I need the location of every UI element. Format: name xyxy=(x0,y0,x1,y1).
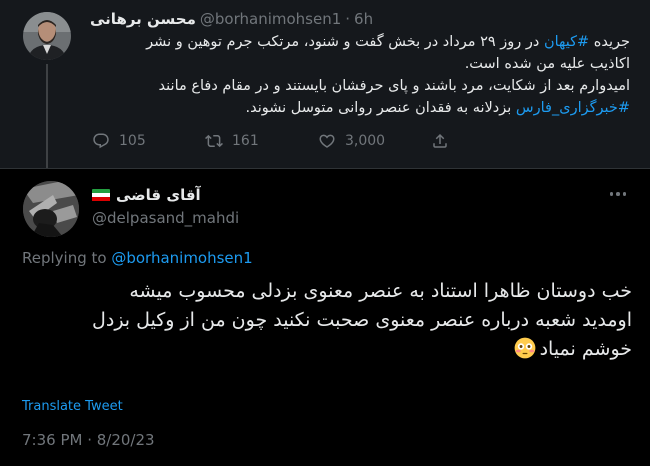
reply-tweet-text: خب دوستان ظاهرا استناد به عنصر معنوی بزد… xyxy=(32,277,632,364)
reply-count: 105 xyxy=(119,133,146,149)
reply-icon xyxy=(93,133,109,149)
parent-handle[interactable]: @borhanimohsen1 xyxy=(200,10,341,28)
share-icon xyxy=(433,133,447,148)
hashtag-link[interactable]: #خبرگزاری_فارس xyxy=(516,100,630,116)
parent-text-line: جریده #کیهان در روز ۲۹ مرداد در بخش گفت … xyxy=(88,31,630,53)
parent-avatar[interactable] xyxy=(23,12,71,60)
reply-text-line-last: خوشم نمیاد xyxy=(32,335,632,364)
more-icon-dot xyxy=(616,192,620,196)
parent-text-line: #خبرگزاری_فارس بزدلانه به فقدان عنصر روا… xyxy=(88,97,630,119)
retweet-icon xyxy=(205,134,223,148)
more-icon-dot xyxy=(622,192,627,196)
replying-to-link[interactable]: @borhanimohsen1 xyxy=(111,249,252,267)
reply-display-name[interactable]: آقای قاضی xyxy=(116,186,201,204)
divider xyxy=(0,168,650,169)
like-icon xyxy=(319,134,335,148)
text-segment: جریده xyxy=(589,34,630,50)
reply-text-line: اومدید شعبه درباره عنصر معنوی صحبت نکنید… xyxy=(92,309,632,331)
parent-time[interactable]: 6h xyxy=(354,10,373,28)
parent-display-name[interactable]: محسن برهانی xyxy=(90,10,196,28)
thread-line xyxy=(46,64,48,168)
parent-header: محسن برهانی @borhanimohsen1 · 6h xyxy=(90,9,630,29)
retweet-button[interactable]: 161 xyxy=(205,132,318,150)
text-segment: اکاذیب علیه من شده است. xyxy=(464,56,630,72)
reply-text-line: خب دوستان ظاهرا استناد به عنصر معنوی بزد… xyxy=(129,280,632,302)
more-icon xyxy=(609,192,614,196)
share-button[interactable] xyxy=(431,132,449,150)
reply-text-segment: خوشم نمیاد xyxy=(539,338,632,360)
iran-flag-icon xyxy=(92,188,110,202)
reply-handle[interactable]: @delpasand_mahdi xyxy=(92,209,239,227)
parent-tweet[interactable]: محسن برهانی @borhanimohsen1 · 6h جریده #… xyxy=(0,0,650,168)
retweet-count: 161 xyxy=(232,133,259,149)
parent-text-line: امیدوارم بعد از شکایت، مرد باشند و پای ح… xyxy=(88,75,630,97)
replying-to: Replying to @borhanimohsen1 xyxy=(22,249,253,267)
reply-button[interactable]: 105 xyxy=(92,132,205,150)
flushed-face-emoji xyxy=(514,337,535,359)
reply-name-row: آقای قاضی xyxy=(92,184,201,206)
text-segment: بزدلانه به فقدان عنصر روانی متوسل نشوند. xyxy=(245,100,516,116)
more-options-button[interactable] xyxy=(606,186,630,202)
text-segment: امیدوارم بعد از شکایت، مرد باشند و پای ح… xyxy=(158,78,630,94)
parent-tweet-text: جریده #کیهان در روز ۲۹ مرداد در بخش گفت … xyxy=(88,31,630,119)
like-count: 3,000 xyxy=(345,133,386,149)
hashtag-link[interactable]: #کیهان xyxy=(544,34,589,50)
separator-dot: · xyxy=(345,10,351,28)
reply-timestamp[interactable]: 7:36 PM · 8/20/23 xyxy=(22,431,155,449)
parent-text-line: اکاذیب علیه من شده است. xyxy=(88,53,630,75)
parent-actions: 105 161 3,000 xyxy=(92,131,472,151)
like-button[interactable]: 3,000 xyxy=(318,132,431,150)
translate-tweet-link[interactable]: Translate Tweet xyxy=(22,399,123,414)
reply-avatar[interactable] xyxy=(23,181,79,237)
text-segment: در روز ۲۹ مرداد در بخش گفت و شنود، مرتکب… xyxy=(146,34,544,50)
replying-prefix: Replying to xyxy=(22,249,112,267)
